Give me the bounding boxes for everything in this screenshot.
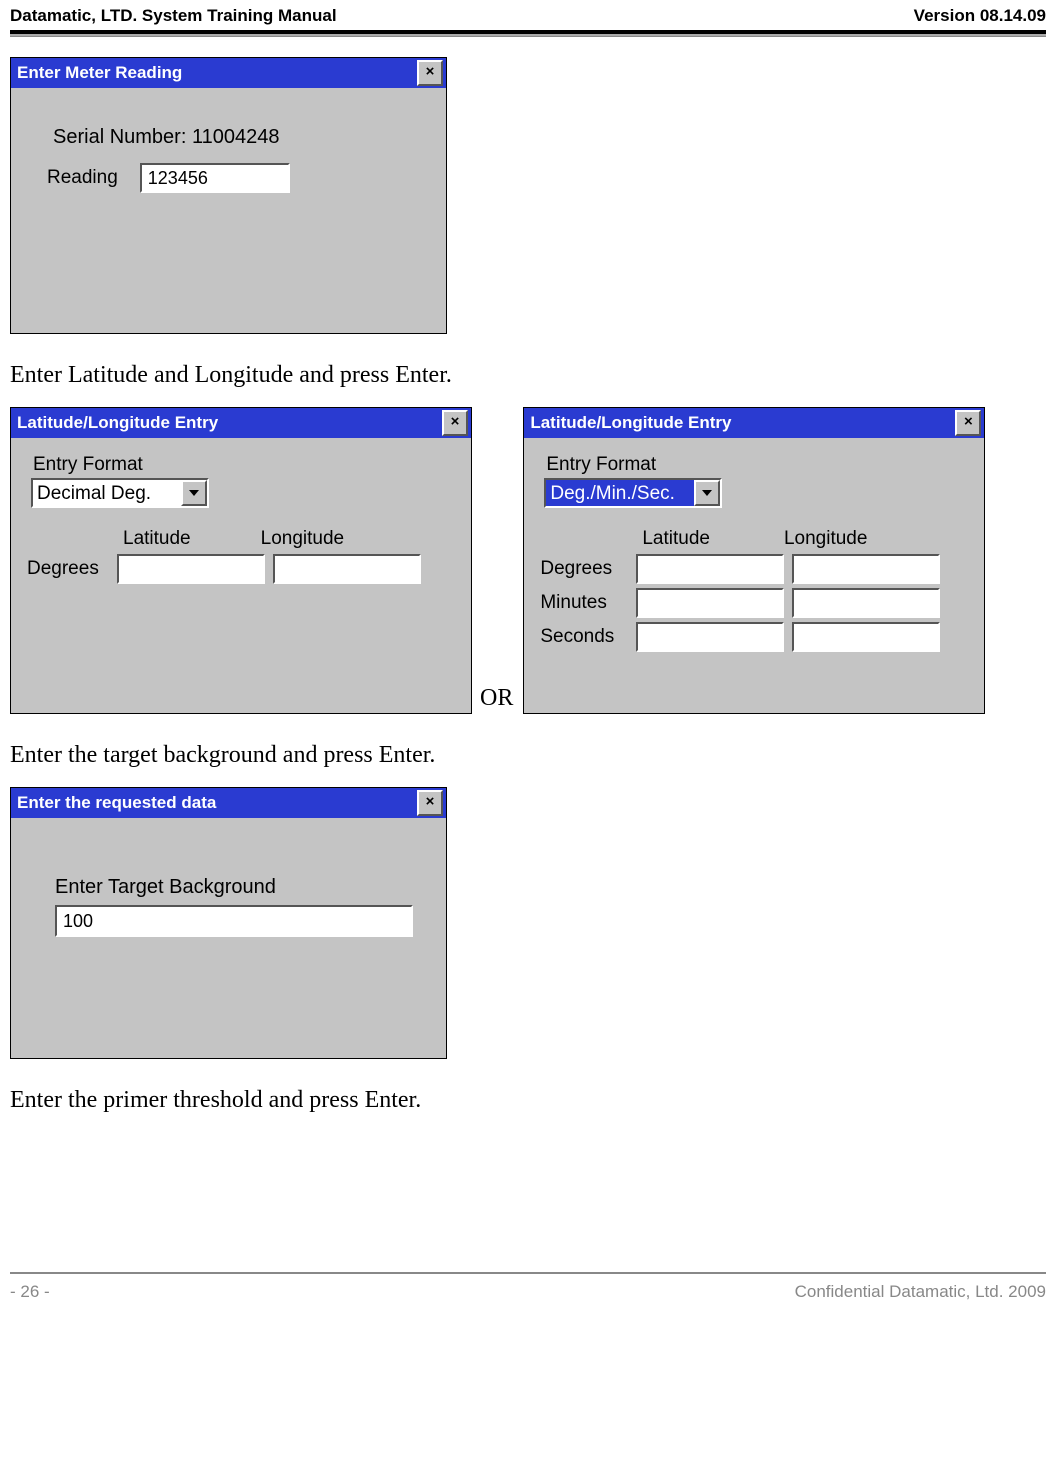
close-icon[interactable]: ×	[417, 60, 443, 86]
latlon-decimal-dialog: Latitude/Longitude Entry × Entry Format …	[10, 407, 472, 714]
entry-format-dropdown[interactable]: Decimal Deg.	[31, 478, 209, 508]
close-icon[interactable]: ×	[955, 410, 981, 436]
degrees-label: Degrees	[540, 558, 636, 580]
longitude-degrees-input[interactable]	[273, 554, 421, 584]
entry-format-label: Entry Format	[33, 454, 455, 476]
enter-meter-reading-dialog: Enter Meter Reading × Serial Number: 110…	[10, 57, 447, 334]
chevron-down-icon[interactable]	[181, 480, 207, 506]
latitude-header: Latitude	[642, 528, 710, 550]
entry-format-label: Entry Format	[546, 454, 968, 476]
titlebar: Latitude/Longitude Entry ×	[524, 408, 984, 438]
longitude-degrees-input[interactable]	[792, 554, 940, 584]
enter-requested-data-dialog: Enter the requested data × Enter Target …	[10, 787, 447, 1059]
latitude-degrees-input[interactable]	[636, 554, 784, 584]
minutes-label: Minutes	[540, 592, 636, 614]
dialog-title: Latitude/Longitude Entry	[530, 413, 731, 433]
instruction-target-bg: Enter the target background and press En…	[10, 742, 1046, 769]
latitude-minutes-input[interactable]	[636, 588, 784, 618]
target-background-label: Enter Target Background	[55, 876, 430, 899]
dialog-title: Enter Meter Reading	[17, 63, 182, 83]
target-background-input[interactable]	[55, 905, 413, 937]
latlon-dms-dialog: Latitude/Longitude Entry × Entry Format …	[523, 407, 985, 714]
instruction-primer-threshold: Enter the primer threshold and press Ent…	[10, 1087, 1046, 1114]
latitude-header: Latitude	[123, 528, 191, 550]
instruction-latlon: Enter Latitude and Longitude and press E…	[10, 362, 1046, 389]
header-left: Datamatic, LTD. System Training Manual	[10, 6, 337, 26]
chevron-down-icon[interactable]	[694, 480, 720, 506]
page-number: - 26 -	[10, 1282, 50, 1302]
footer-rule	[10, 1272, 1046, 1274]
reading-input[interactable]	[140, 163, 290, 193]
dropdown-value: Decimal Deg.	[33, 480, 181, 506]
footer-confidential: Confidential Datamatic, Ltd. 2009	[795, 1282, 1046, 1302]
longitude-header: Longitude	[784, 528, 867, 550]
degrees-label: Degrees	[27, 558, 117, 580]
dialog-title: Enter the requested data	[17, 793, 216, 813]
close-icon[interactable]: ×	[442, 410, 468, 436]
reading-label: Reading	[47, 167, 118, 189]
serial-number-label: Serial Number: 11004248	[53, 126, 430, 149]
titlebar: Enter the requested data ×	[11, 788, 446, 818]
or-text: OR	[480, 685, 513, 712]
entry-format-dropdown[interactable]: Deg./Min./Sec.	[544, 478, 722, 508]
latitude-seconds-input[interactable]	[636, 622, 784, 652]
latitude-degrees-input[interactable]	[117, 554, 265, 584]
dialog-title: Latitude/Longitude Entry	[17, 413, 218, 433]
close-icon[interactable]: ×	[417, 790, 443, 816]
longitude-minutes-input[interactable]	[792, 588, 940, 618]
titlebar: Latitude/Longitude Entry ×	[11, 408, 471, 438]
longitude-header: Longitude	[261, 528, 344, 550]
header-right: Version 08.14.09	[914, 6, 1046, 26]
seconds-label: Seconds	[540, 626, 636, 648]
longitude-seconds-input[interactable]	[792, 622, 940, 652]
titlebar: Enter Meter Reading ×	[11, 58, 446, 88]
header-rule	[10, 30, 1046, 37]
dropdown-value: Deg./Min./Sec.	[546, 480, 694, 506]
